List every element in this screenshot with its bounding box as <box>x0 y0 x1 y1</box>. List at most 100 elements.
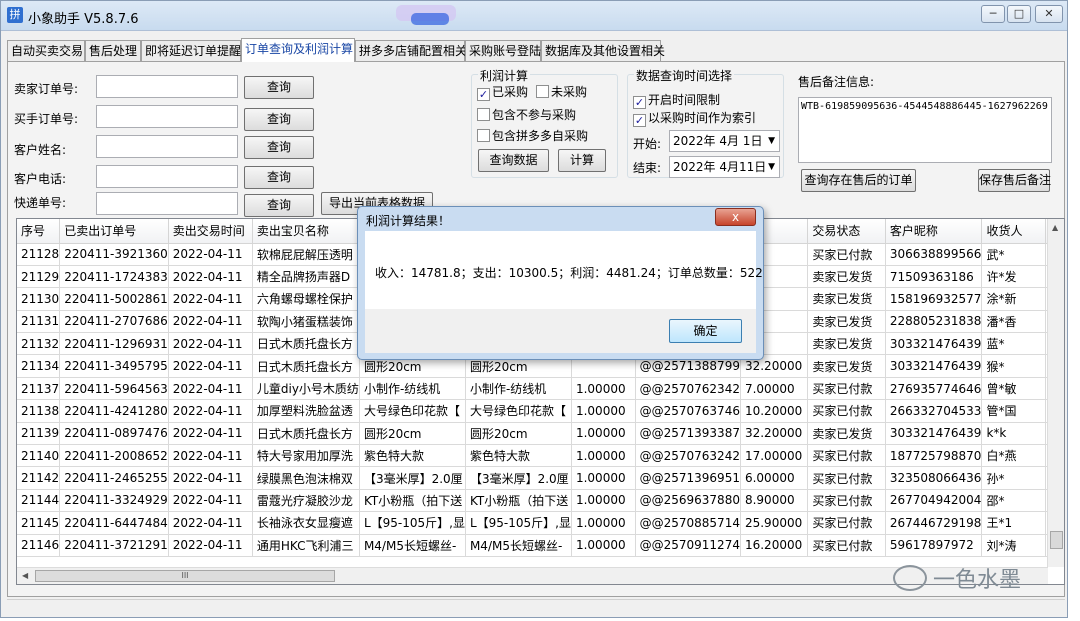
aftersale-note-textarea[interactable]: WTB-619859095636-4544548886445-162796226… <box>798 97 1052 163</box>
table-cell: 16.20000 <box>740 534 809 557</box>
table-cell: 158196932577 <box>885 287 983 311</box>
table-cell: 21129 <box>17 265 61 289</box>
table-cell: 卖家已发货 <box>807 310 886 334</box>
table-cell: 卖家已发货 <box>807 265 886 289</box>
tracking-input[interactable] <box>96 192 238 215</box>
table-cell: 21131 <box>17 310 61 334</box>
table-cell: 2022-04-11 <box>168 399 253 423</box>
table-cell: 1.00000 <box>571 377 636 401</box>
checkbox-checked-icon: ✓ <box>633 114 646 127</box>
table-cell: 2022-04-11 <box>168 310 253 334</box>
horizontal-scroll-thumb[interactable]: III <box>35 570 335 582</box>
query-aftersale-orders-button[interactable]: 查询存在售后的订单 <box>801 169 916 192</box>
dialog-close-button[interactable]: x <box>715 208 756 226</box>
table-cell: L【95-105斤】,显 <box>465 511 572 535</box>
tab-delay-reminder[interactable]: 即将延迟订单提醒 <box>141 40 241 61</box>
table-row[interactable]: 21137 220411-5964563 2022-04-11 儿童diy小号木质纺小… <box>17 377 1064 401</box>
not-purchased-checkbox[interactable]: 未采购 <box>536 83 587 100</box>
include-pdd-self-checkbox[interactable]: 包含拼多多自采购 <box>477 127 588 144</box>
table-cell: 2022-04-11 <box>168 243 253 266</box>
scroll-up-icon[interactable]: ▲ <box>1052 223 1058 232</box>
tab-database-settings[interactable]: 数据库及其他设置相关 <box>541 40 665 61</box>
table-row[interactable]: 21144 220411-3324929 2022-04-11 雷蔻光疗凝胶沙龙 KT小… <box>17 489 1064 513</box>
enable-time-limit-checkbox[interactable]: ✓ 开启时间限制 <box>633 91 720 109</box>
table-cell: 圆形20cm <box>465 422 572 446</box>
table-cell: 1.00000 <box>571 511 636 535</box>
start-date-picker[interactable]: 2022年 4月 1日 ▼ <box>669 130 780 152</box>
query-customer-name-button[interactable]: 查询 <box>244 136 314 159</box>
table-cell: 潘*香 <box>981 310 1046 334</box>
column-header[interactable]: 卖出宝贝名称 <box>252 219 360 244</box>
table-row[interactable]: 21145 220411-6447484 2022-04-11 长袖泳衣女显瘦遮 L【9… <box>17 511 1064 535</box>
tab-aftersale[interactable]: 售后处理 <box>85 40 141 61</box>
query-customer-phone-button[interactable]: 查询 <box>244 166 314 189</box>
buyer-order-input[interactable] <box>96 105 238 128</box>
dialog-body: 收入：14781.8；支出：10300.5；利润：4481.24；订单总数量：5… <box>365 231 763 309</box>
minimize-button[interactable]: ─ <box>981 5 1005 23</box>
dialog-ok-button[interactable]: 确定 <box>669 319 742 343</box>
table-cell: 大号绿色印花款【 <box>465 399 572 423</box>
table-row[interactable]: 21146 220411-3721291 2022-04-11 通用HKC飞利浦三 M4… <box>17 534 1064 557</box>
column-header[interactable]: 卖出交易时间 <box>168 219 253 244</box>
query-seller-order-button[interactable]: 查询 <box>244 76 314 99</box>
column-header[interactable]: 交易状态 <box>807 219 886 244</box>
table-cell: KT小粉瓶（拍下送 <box>465 489 572 513</box>
table-row[interactable]: 21138 220411-4241280 2022-04-11 加厚塑料洗脸盆透 大号绿… <box>17 399 1064 423</box>
scroll-left-icon[interactable]: ◀ <box>22 571 28 580</box>
vertical-scrollbar[interactable]: ▲ <box>1047 219 1064 567</box>
table-cell: 267446729198 <box>885 511 983 535</box>
table-cell: @@2570763242 <box>635 444 741 468</box>
query-data-button[interactable]: 查询数据 <box>478 149 549 172</box>
table-cell: 圆形20cm <box>359 422 466 446</box>
customer-name-input[interactable] <box>96 135 238 158</box>
table-cell: 8.90000 <box>740 489 809 513</box>
end-date-picker[interactable]: 2022年 4月11日 ▼ <box>669 156 780 178</box>
table-cell: 管*国 <box>981 399 1046 423</box>
save-aftersale-note-button[interactable]: 保存售后备注 <box>978 169 1051 192</box>
customer-phone-input[interactable] <box>96 165 238 188</box>
table-cell: M4/M5长短螺丝- <box>465 534 572 557</box>
query-buyer-order-button[interactable]: 查询 <box>244 108 314 131</box>
aftersale-note-label: 售后备注信息: <box>798 75 875 89</box>
maximize-button[interactable]: □ <box>1007 5 1031 23</box>
query-tracking-button[interactable]: 查询 <box>244 194 314 217</box>
table-cell: 306638899566 <box>885 243 983 266</box>
tab-auto-trade[interactable]: 自动买卖交易 <box>7 40 85 61</box>
tab-order-query-profit[interactable]: 订单查询及利润计算 <box>241 38 355 62</box>
tab-pdd-store-config[interactable]: 拼多多店铺配置相关 <box>355 40 467 61</box>
table-cell: 21144 <box>17 489 61 513</box>
table-cell: 2022-04-11 <box>168 466 253 490</box>
seller-order-label: 卖家订单号: <box>14 82 79 96</box>
purchase-time-index-checkbox[interactable]: ✓ 以采购时间作为索引 <box>633 109 756 127</box>
table-cell: @@2570885714 <box>635 511 741 535</box>
table-cell: 220411-5964563 <box>59 377 169 401</box>
tab-purchase-login[interactable]: 采购账号登陆 <box>465 40 541 61</box>
column-header[interactable]: 收货人 <box>981 219 1046 244</box>
table-cell: M4/M5长短螺丝- <box>359 534 466 557</box>
dialog-message: 收入：14781.8；支出：10300.5；利润：4481.24；订单总数量：5… <box>375 266 763 280</box>
include-not-participating-checkbox[interactable]: 包含不参与采购 <box>477 106 576 123</box>
table-cell: 2022-04-11 <box>168 287 253 311</box>
calculate-button[interactable]: 计算 <box>558 149 606 172</box>
table-cell: 21140 <box>17 444 61 468</box>
table-cell: 许*发 <box>981 265 1046 289</box>
table-cell: 2022-04-11 <box>168 354 253 378</box>
window-title: 小象助手 V5.8.7.6 <box>28 12 139 27</box>
table-cell: 买家已付款 <box>807 444 886 468</box>
table-row[interactable]: 21139 220411-0897476 2022-04-11 日式木质托盘长方 圆形2… <box>17 422 1064 446</box>
table-cell: 雷蔻光疗凝胶沙龙 <box>252 489 360 513</box>
table-row[interactable]: 21140 220411-2008652 2022-04-11 特大号家用加厚洗 紫色特… <box>17 444 1064 468</box>
table-cell: 220411-2707686 <box>59 310 169 334</box>
checkbox-empty-icon <box>477 129 490 142</box>
seller-order-input[interactable] <box>96 75 238 98</box>
table-cell: 2022-04-11 <box>168 511 253 535</box>
table-row[interactable]: 21142 220411-2465255 2022-04-11 绿膜黑色泡沫棉双 【3毫… <box>17 466 1064 490</box>
column-header[interactable]: 客户昵称 <box>885 219 983 244</box>
vertical-scroll-thumb[interactable] <box>1050 531 1063 549</box>
purchased-checkbox[interactable]: ✓ 已采购 <box>477 83 528 101</box>
table-cell: 精全品牌扬声器D <box>252 265 360 289</box>
column-header[interactable]: 序号 <box>17 219 61 244</box>
close-button[interactable]: ✕ <box>1035 5 1063 23</box>
table-cell: 通用HKC飞利浦三 <box>252 534 360 557</box>
column-header[interactable]: 已卖出订单号 <box>59 219 169 244</box>
